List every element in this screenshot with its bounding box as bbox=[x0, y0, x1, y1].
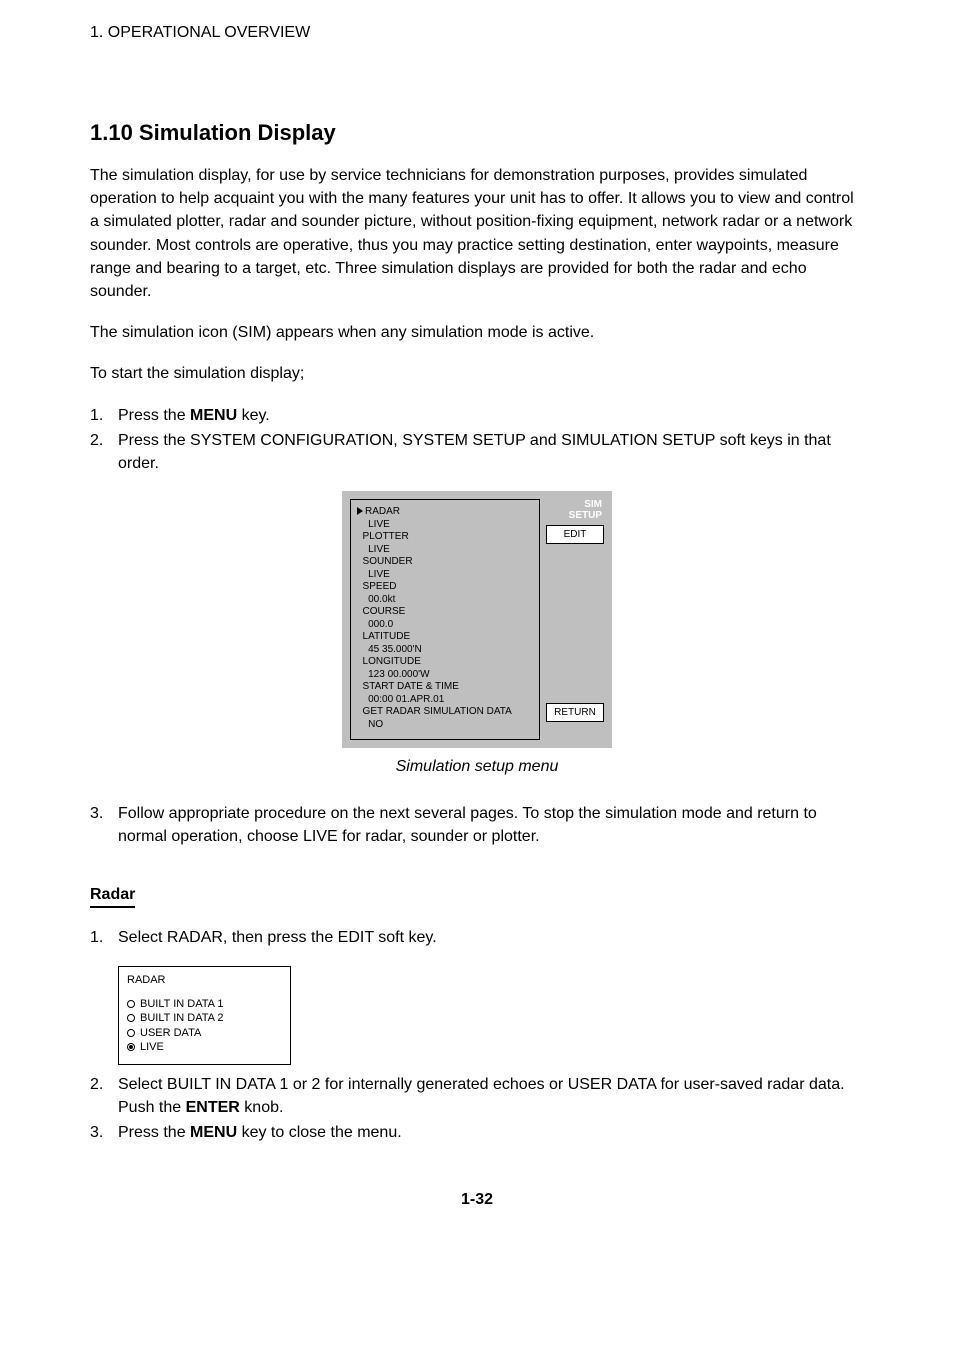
cursor-arrow-icon bbox=[357, 507, 363, 515]
simulation-setup-panel: RADAR LIVE PLOTTER LIVE SOUNDER LIVE SPE… bbox=[342, 491, 612, 748]
step-text: Press the bbox=[118, 1124, 190, 1141]
page-number: 1-32 bbox=[90, 1191, 864, 1209]
radar-option-box: RADAR BUILT IN DATA 1 BUILT IN DATA 2 US… bbox=[118, 966, 291, 1065]
radio-label: BUILT IN DATA 1 bbox=[140, 997, 224, 1011]
sim-row-plotter[interactable]: PLOTTER bbox=[357, 531, 533, 544]
sim-row-sounder[interactable]: SOUNDER bbox=[357, 556, 533, 569]
step-text: knob. bbox=[240, 1099, 284, 1116]
sim-item-label: RADAR bbox=[365, 506, 400, 517]
radio-label: USER DATA bbox=[140, 1026, 201, 1040]
step-text: Select RADAR, then press the EDIT soft k… bbox=[118, 926, 864, 949]
step-list-a: 1. Press the MENU key. 2. Press the SYST… bbox=[90, 404, 864, 476]
step-text: Press the SYSTEM CONFIGURATION, SYSTEM S… bbox=[118, 429, 864, 475]
sim-value: 000.0 bbox=[357, 619, 533, 632]
radio-label: BUILT IN DATA 2 bbox=[140, 1011, 224, 1025]
radio-unchecked-icon bbox=[127, 1029, 135, 1037]
section-title: 1.10 Simulation Display bbox=[90, 120, 864, 146]
radar-option-builtin2[interactable]: BUILT IN DATA 2 bbox=[127, 1011, 282, 1025]
step-list-b: 3. Follow appropriate procedure on the n… bbox=[90, 802, 864, 848]
radio-label: LIVE bbox=[140, 1040, 164, 1054]
step-text: Press the bbox=[118, 407, 190, 424]
radar-step-1: 1. Select RADAR, then press the EDIT sof… bbox=[90, 926, 864, 949]
radar-option-builtin1[interactable]: BUILT IN DATA 1 bbox=[127, 997, 282, 1011]
sim-row-speed[interactable]: SPEED bbox=[357, 581, 533, 594]
step-a-1: 1. Press the MENU key. bbox=[90, 404, 864, 427]
radio-unchecked-icon bbox=[127, 1014, 135, 1022]
paragraph-3: To start the simulation display; bbox=[90, 362, 864, 385]
sim-row-longitude[interactable]: LONGITUDE bbox=[357, 656, 533, 669]
step-a-2: 2. Press the SYSTEM CONFIGURATION, SYSTE… bbox=[90, 429, 864, 475]
sim-row-getradar[interactable]: GET RADAR SIMULATION DATA bbox=[357, 706, 533, 719]
radio-checked-icon bbox=[127, 1043, 135, 1051]
page-header: 1. OPERATIONAL OVERVIEW bbox=[90, 24, 864, 42]
sim-value: LIVE bbox=[357, 569, 533, 582]
simulation-list: RADAR LIVE PLOTTER LIVE SOUNDER LIVE SPE… bbox=[350, 499, 540, 740]
sim-row-course[interactable]: COURSE bbox=[357, 606, 533, 619]
sim-value: 00.0kt bbox=[357, 594, 533, 607]
sim-value: NO bbox=[357, 719, 533, 732]
sim-row-radar[interactable]: RADAR bbox=[357, 506, 533, 519]
panel-title-line: SETUP bbox=[546, 510, 602, 521]
return-softkey[interactable]: RETURN bbox=[546, 703, 604, 722]
sim-value: 123 00.000'W bbox=[357, 669, 533, 682]
step-number: 1. bbox=[90, 926, 118, 949]
radar-step-list-cont: 2. Select BUILT IN DATA 1 or 2 for inter… bbox=[90, 1073, 864, 1145]
menu-key-label: MENU bbox=[190, 1124, 237, 1141]
radar-step-2: 2. Select BUILT IN DATA 1 or 2 for inter… bbox=[90, 1073, 864, 1119]
paragraph-2: The simulation icon (SIM) appears when a… bbox=[90, 321, 864, 344]
step-text: key. bbox=[237, 407, 270, 424]
radar-step-list: 1. Select RADAR, then press the EDIT sof… bbox=[90, 926, 864, 949]
step-number: 2. bbox=[90, 1073, 118, 1119]
step-number: 3. bbox=[90, 1121, 118, 1144]
radar-box-title: RADAR bbox=[127, 973, 282, 987]
step-b-3: 3. Follow appropriate procedure on the n… bbox=[90, 802, 864, 848]
radio-unchecked-icon bbox=[127, 1000, 135, 1008]
step-number: 3. bbox=[90, 802, 118, 848]
subheading-radar: Radar bbox=[90, 886, 135, 908]
edit-softkey[interactable]: EDIT bbox=[546, 525, 604, 544]
sim-value: LIVE bbox=[357, 519, 533, 532]
radar-step-3: 3. Press the MENU key to close the menu. bbox=[90, 1121, 864, 1144]
radar-option-live[interactable]: LIVE bbox=[127, 1040, 282, 1054]
radar-option-userdata[interactable]: USER DATA bbox=[127, 1026, 282, 1040]
figure-caption: Simulation setup menu bbox=[90, 758, 864, 776]
step-text: Follow appropriate procedure on the next… bbox=[118, 802, 864, 848]
sim-row-startdate[interactable]: START DATE & TIME bbox=[357, 681, 533, 694]
step-number: 2. bbox=[90, 429, 118, 475]
menu-key-label: MENU bbox=[190, 407, 237, 424]
sim-value: 00:00 01.APR.01 bbox=[357, 694, 533, 707]
enter-knob-label: ENTER bbox=[186, 1099, 240, 1116]
step-number: 1. bbox=[90, 404, 118, 427]
sim-row-latitude[interactable]: LATITUDE bbox=[357, 631, 533, 644]
paragraph-1: The simulation display, for use by servi… bbox=[90, 164, 864, 303]
panel-title-line: SIM bbox=[546, 499, 602, 510]
sim-value: 45 35.000'N bbox=[357, 644, 533, 657]
step-text: key to close the menu. bbox=[237, 1124, 402, 1141]
panel-title: SIM SETUP bbox=[546, 499, 604, 521]
sim-value: LIVE bbox=[357, 544, 533, 557]
